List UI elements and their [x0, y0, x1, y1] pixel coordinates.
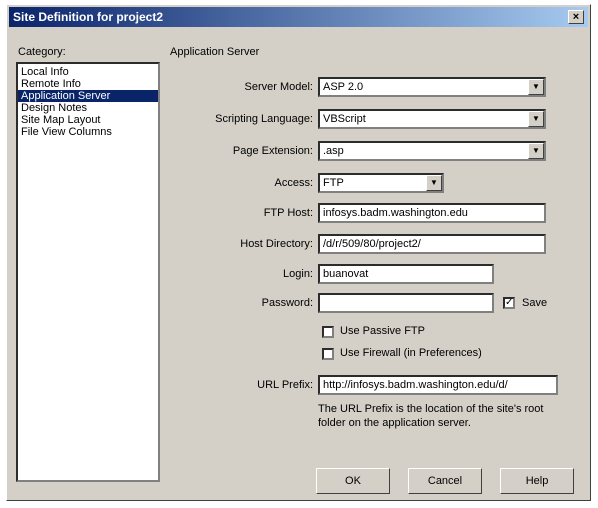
host-directory-label: Host Directory:	[240, 238, 313, 250]
category-item-design-notes[interactable]: Design Notes	[18, 102, 158, 114]
cancel-button[interactable]: Cancel	[408, 468, 482, 494]
save-password-label: Save	[522, 297, 548, 309]
access-value: FTP	[323, 177, 344, 189]
url-prefix-label: URL Prefix:	[257, 379, 313, 391]
ftp-host-label: FTP Host:	[263, 207, 313, 219]
firewall-checkbox[interactable]	[322, 348, 334, 360]
host-directory-input[interactable]: /d/r/509/80/project2/	[318, 234, 546, 254]
category-item-remote-info[interactable]: Remote Info	[18, 78, 158, 90]
url-prefix-note: The URL Prefix is the location of the si…	[318, 403, 544, 429]
password-label: Password:	[261, 297, 313, 309]
chevron-down-icon[interactable]: ▼	[528, 143, 544, 159]
scripting-language-select[interactable]: VBScript ▼	[318, 109, 546, 129]
chevron-down-icon[interactable]: ▼	[426, 175, 442, 191]
url-prefix-input[interactable]: http://infosys.badm.washington.edu/d/	[318, 375, 558, 395]
category-item-local-info[interactable]: Local Info	[18, 66, 158, 78]
category-label: Category:	[18, 46, 66, 58]
access-select[interactable]: FTP ▼	[318, 173, 444, 193]
login-input[interactable]: buanovat	[318, 264, 494, 284]
firewall-label: Use Firewall (in Preferences)	[340, 347, 482, 359]
password-input[interactable]	[318, 293, 494, 313]
passive-ftp-label: Use Passive FTP	[340, 325, 425, 337]
title-bar: Site Definition for project2 ×	[9, 7, 588, 27]
ftp-host-input[interactable]: infosys.badm.washington.edu	[318, 203, 546, 223]
ok-button[interactable]: OK	[316, 468, 390, 494]
help-button[interactable]: Help	[500, 468, 574, 494]
access-label: Access:	[274, 177, 313, 189]
page-extension-select[interactable]: .asp ▼	[318, 141, 546, 161]
page-extension-label: Page Extension:	[232, 145, 313, 157]
server-model-value: ASP 2.0	[323, 81, 364, 93]
passive-ftp-checkbox[interactable]	[322, 326, 334, 338]
server-model-label: Server Model:	[244, 81, 313, 93]
category-item-site-map-layout[interactable]: Site Map Layout	[18, 114, 158, 126]
close-icon[interactable]: ×	[568, 10, 584, 24]
chevron-down-icon[interactable]: ▼	[528, 111, 544, 127]
login-label: Login:	[283, 268, 313, 280]
page-extension-value: .asp	[323, 145, 344, 157]
server-model-select[interactable]: ASP 2.0 ▼	[318, 77, 546, 97]
scripting-language-value: VBScript	[323, 113, 366, 125]
save-password-checkbox[interactable]: ✓	[503, 297, 515, 309]
chevron-down-icon[interactable]: ▼	[528, 79, 544, 95]
section-title: Application Server	[170, 46, 260, 58]
window-title: Site Definition for project2	[13, 10, 164, 24]
scripting-language-label: Scripting Language:	[215, 113, 313, 125]
category-item-application-server[interactable]: Application Server	[18, 90, 158, 102]
category-item-file-view-columns[interactable]: File View Columns	[18, 126, 158, 138]
category-list[interactable]: Local Info Remote Info Application Serve…	[16, 62, 160, 482]
